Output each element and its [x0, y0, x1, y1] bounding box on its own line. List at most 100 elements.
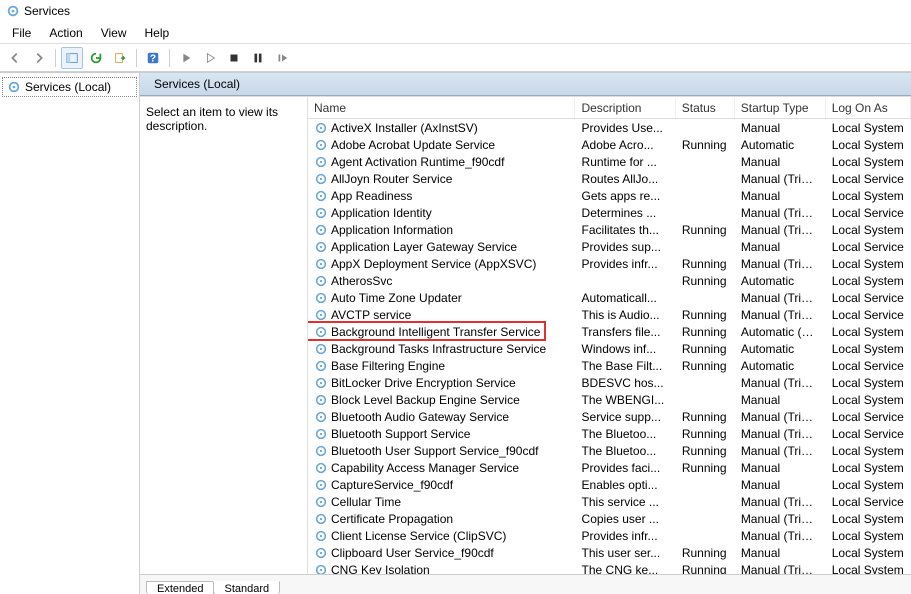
- toolbar-separator: [55, 49, 56, 67]
- cell-name: CNG Key Isolation: [308, 562, 576, 575]
- cell-startup: Manual (Trigg...: [735, 426, 826, 442]
- table-row[interactable]: Block Level Backup Engine ServiceThe WBE…: [308, 391, 911, 408]
- description-prompt: Select an item to view its description.: [146, 105, 278, 133]
- forward-button[interactable]: [28, 47, 50, 69]
- pause-service-button[interactable]: [247, 47, 269, 69]
- gear-icon: [7, 80, 21, 94]
- cell-status: Running: [676, 358, 735, 374]
- col-description[interactable]: Description: [575, 98, 675, 118]
- cell-status: [676, 246, 735, 248]
- service-name-text: AppX Deployment Service (AppXSVC): [331, 257, 536, 271]
- cell-description: The Bluetoo...: [576, 443, 676, 459]
- tab-extended[interactable]: Extended: [146, 581, 214, 594]
- col-startup[interactable]: Startup Type: [735, 98, 826, 118]
- table-row[interactable]: AllJoyn Router ServiceRoutes AllJo...Man…: [308, 170, 911, 187]
- cell-description: Adobe Acro...: [576, 137, 676, 153]
- gear-icon: [314, 291, 328, 305]
- cell-name: Client License Service (ClipSVC): [308, 528, 576, 544]
- table-row[interactable]: Clipboard User Service_f90cdfThis user s…: [308, 544, 911, 561]
- service-name-text: Capability Access Manager Service: [331, 461, 519, 475]
- table-row[interactable]: Auto Time Zone Updater Automaticall... Man…: [308, 289, 911, 306]
- cell-startup: Manual: [735, 477, 826, 493]
- cell-description: Windows inf...: [576, 341, 676, 357]
- cell-description: Gets apps re...: [576, 188, 676, 204]
- service-name-text: Bluetooth Support Service: [331, 427, 470, 441]
- table-row[interactable]: App ReadinessGets apps re...ManualLocal …: [308, 187, 911, 204]
- cell-name: AtherosSvc: [308, 273, 576, 289]
- service-name-text: Application Layer Gateway Service: [331, 240, 517, 254]
- table-row[interactable]: CaptureService_f90cdfEnables opti...Manu…: [308, 476, 911, 493]
- table-row[interactable]: Background Intelligent Transfer ServiceT…: [308, 323, 911, 340]
- table-row[interactable]: Application Layer Gateway ServiceProvide…: [308, 238, 911, 255]
- cell-name: Auto Time Zone Updater: [308, 290, 576, 306]
- service-rows[interactable]: ActiveX Installer (AxInstSV)Provides Use…: [308, 119, 911, 574]
- stop-service-button[interactable]: [223, 47, 245, 69]
- table-row[interactable]: Client License Service (ClipSVC)Provides…: [308, 527, 911, 544]
- cell-startup: Manual (Trigg...: [735, 290, 826, 306]
- cell-description: Runtime for ...: [576, 154, 676, 170]
- table-row[interactable]: Background Tasks Infrastructure ServiceW…: [308, 340, 911, 357]
- cell-status: Running: [676, 324, 735, 340]
- cell-logon: Local System: [826, 375, 911, 391]
- start-service-button[interactable]: [175, 47, 197, 69]
- table-row[interactable]: AVCTP serviceThis is Audio...RunningManu…: [308, 306, 911, 323]
- col-logon[interactable]: Log On As: [826, 98, 911, 118]
- help-button[interactable]: ?: [142, 47, 164, 69]
- cell-status: [676, 518, 735, 520]
- cell-name: CaptureService_f90cdf: [308, 477, 576, 493]
- service-name-text: CNG Key Isolation: [331, 563, 430, 575]
- service-name-text: Auto Time Zone Updater: [331, 291, 462, 305]
- col-status[interactable]: Status: [676, 98, 735, 118]
- cell-logon: Local System: [826, 460, 911, 476]
- table-row[interactable]: Bluetooth Audio Gateway ServiceService s…: [308, 408, 911, 425]
- gear-icon: [314, 308, 328, 322]
- table-row[interactable]: Cellular TimeThis service ...Manual (Tri…: [308, 493, 911, 510]
- table-row[interactable]: Application InformationFacilitates th...…: [308, 221, 911, 238]
- table-row[interactable]: AtherosSvcRunningAutomaticLocal System: [308, 272, 911, 289]
- cell-description: Determines ...: [576, 205, 676, 221]
- svg-text:?: ?: [150, 52, 156, 64]
- cell-logon: Local System: [826, 137, 911, 153]
- table-row[interactable]: AppX Deployment Service (AppXSVC)Provide…: [308, 255, 911, 272]
- bottom-tabs: Extended Standard: [140, 574, 911, 594]
- table-row[interactable]: Application IdentityDetermines ...Manual…: [308, 204, 911, 221]
- play-service-button[interactable]: [199, 47, 221, 69]
- menu-file[interactable]: File: [4, 24, 39, 41]
- cell-name: Application Information: [308, 222, 576, 238]
- table-row[interactable]: Bluetooth User Support Service_f90cdf The…: [308, 442, 911, 459]
- tab-standard[interactable]: Standard: [213, 581, 280, 594]
- export-button[interactable]: [109, 47, 131, 69]
- table-row[interactable]: Capability Access Manager ServiceProvide…: [308, 459, 911, 476]
- table-row[interactable]: Bluetooth Support ServiceThe Bluetoo...R…: [308, 425, 911, 442]
- menu-action[interactable]: Action: [41, 24, 90, 41]
- table-row[interactable]: Base Filtering EngineThe Base Filt...Run…: [308, 357, 911, 374]
- table-row[interactable]: BitLocker Drive Encryption ServiceBDESVC…: [308, 374, 911, 391]
- tree-item-services-local[interactable]: Services (Local): [2, 77, 137, 97]
- cell-description: Automaticall...: [576, 290, 676, 306]
- show-hide-tree-button[interactable]: [61, 47, 83, 69]
- cell-description: This service ...: [576, 494, 676, 510]
- gear-icon: [314, 495, 328, 509]
- service-name-text: Application Information: [331, 223, 453, 237]
- table-row[interactable]: CNG Key IsolationThe CNG ke...RunningMan…: [308, 561, 911, 574]
- table-row[interactable]: ActiveX Installer (AxInstSV)Provides Use…: [308, 119, 911, 136]
- cell-name: Certificate Propagation: [308, 511, 576, 527]
- menu-view[interactable]: View: [93, 24, 135, 41]
- back-button[interactable]: [4, 47, 26, 69]
- table-row[interactable]: Adobe Acrobat Update ServiceAdobe Acro..…: [308, 136, 911, 153]
- restart-service-button[interactable]: [271, 47, 293, 69]
- cell-logon: Local Service: [826, 290, 911, 306]
- gear-icon: [314, 444, 328, 458]
- cell-logon: Local Service: [826, 307, 911, 323]
- service-list: Name Description Status Startup Type Log…: [308, 97, 911, 574]
- detail-pane: Services (Local) Select an item to view …: [140, 73, 911, 594]
- table-row[interactable]: Agent Activation Runtime_f90cdfRuntime f…: [308, 153, 911, 170]
- cell-name: Application Identity: [308, 205, 576, 221]
- service-name-text: Bluetooth User Support Service_f90cdf: [331, 444, 538, 458]
- col-name[interactable]: Name: [308, 98, 575, 118]
- cell-name: Capability Access Manager Service: [308, 460, 576, 476]
- menu-help[interactable]: Help: [137, 24, 178, 41]
- table-row[interactable]: Certificate PropagationCopies user ...Ma…: [308, 510, 911, 527]
- cell-status: [676, 178, 735, 180]
- refresh-button[interactable]: [85, 47, 107, 69]
